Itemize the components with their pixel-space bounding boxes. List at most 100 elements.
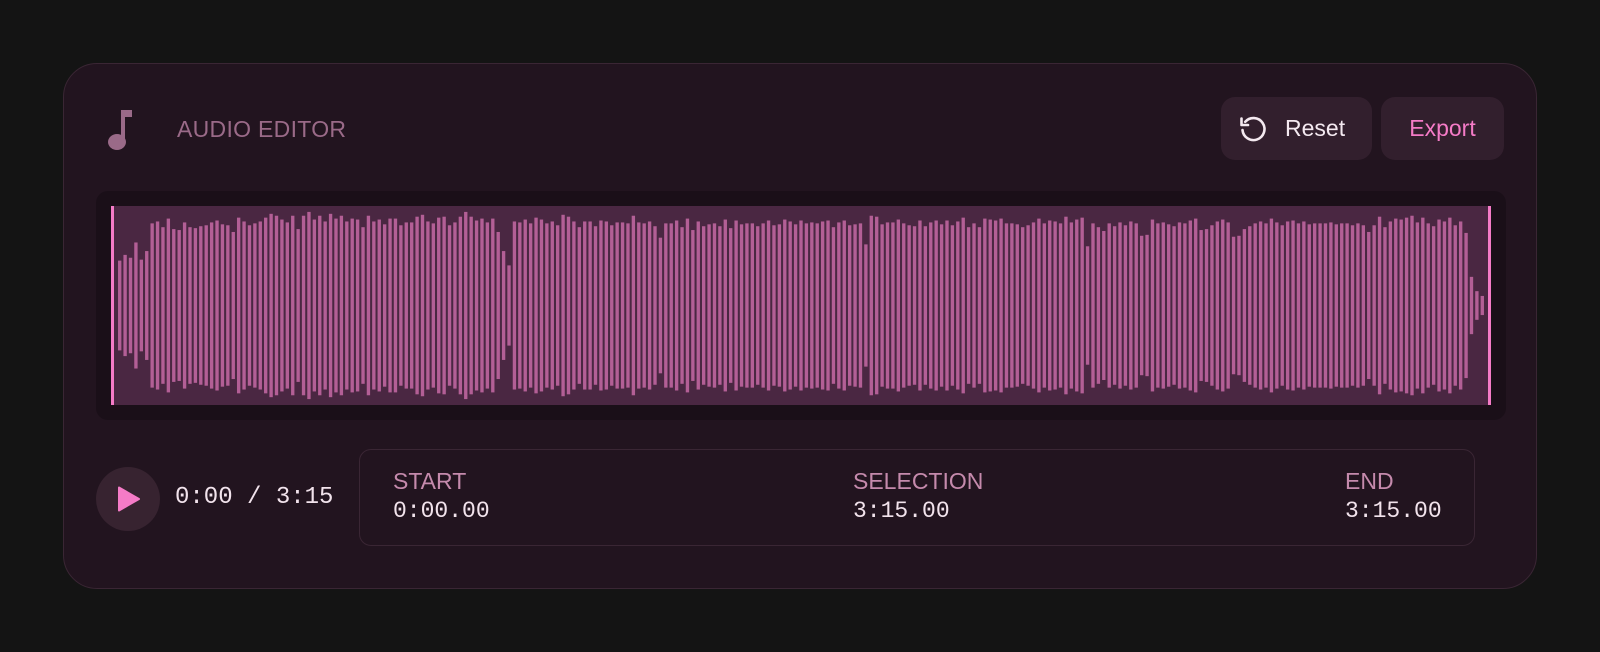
waveform-bar: [1480, 295, 1484, 316]
waveform-bar: [1064, 216, 1068, 395]
waveform-bar: [1150, 219, 1155, 392]
waveform-bar: [1421, 217, 1425, 394]
waveform-bar: [631, 215, 636, 396]
waveform-bar: [188, 227, 192, 384]
waveform-bar: [1048, 220, 1052, 391]
waveform-bar: [1069, 222, 1074, 389]
waveform-bar: [1145, 234, 1149, 377]
waveform-bar: [215, 220, 219, 391]
waveform-bar: [766, 220, 771, 391]
waveform-bar: [1329, 222, 1333, 389]
waveform-panel: [96, 191, 1506, 420]
waveform-bar: [593, 226, 598, 385]
waveform-bar: [918, 220, 922, 391]
waveform-bar: [1464, 232, 1468, 379]
end-label: END: [1345, 468, 1394, 494]
waveform-bar: [820, 221, 825, 390]
waveform-bar: [518, 222, 522, 389]
waveform-bar: [1107, 223, 1111, 388]
waveform-bar: [1010, 223, 1014, 388]
waveform-bar: [804, 223, 809, 388]
waveform-bar: [410, 222, 414, 389]
waveform-bar: [896, 219, 900, 392]
waveform-bar: [231, 231, 235, 380]
waveform-bar: [1210, 225, 1214, 386]
waveform-bar: [793, 224, 798, 387]
waveform-bar: [1037, 218, 1041, 393]
waveform-bar: [431, 223, 435, 388]
waveform-bar: [1280, 225, 1284, 386]
waveform-bar: [545, 223, 549, 388]
start-label: START: [393, 468, 467, 494]
waveform-bar: [1123, 225, 1128, 386]
waveform-bar: [485, 222, 490, 389]
waveform-bar: [388, 218, 392, 393]
waveform-bar: [236, 217, 241, 394]
waveform-bar: [961, 217, 965, 394]
waveform-bar: [1258, 221, 1263, 390]
waveform-bar: [166, 218, 171, 393]
start-value: 0:00.00: [393, 498, 490, 524]
waveform-bar: [1307, 224, 1311, 387]
waveform-bar: [1085, 246, 1090, 365]
waveform-bar: [847, 225, 852, 386]
selection-start-handle[interactable]: [111, 206, 114, 405]
waveform-bar: [528, 223, 533, 388]
waveform-bar: [1296, 223, 1301, 388]
waveform-bar: [680, 227, 684, 384]
waveform-bar: [399, 225, 403, 386]
waveform-bar: [837, 222, 841, 389]
waveform-bar: [269, 213, 273, 398]
export-button[interactable]: Export: [1381, 97, 1504, 160]
music-note-icon: [108, 110, 132, 150]
waveform-bar: [1269, 218, 1274, 393]
waveform-bar: [1004, 223, 1009, 388]
waveform-bar: [1399, 219, 1403, 392]
play-button[interactable]: [96, 467, 160, 531]
reset-label: Reset: [1285, 115, 1346, 141]
waveform-bar: [983, 218, 987, 393]
waveform-bar: [474, 220, 479, 391]
waveform-bar: [415, 216, 419, 395]
waveform-bar: [993, 220, 998, 391]
waveform-bar: [501, 251, 506, 360]
waveform-bar: [642, 223, 646, 388]
waveform-bar: [1458, 221, 1463, 390]
waveform-bar: [620, 222, 625, 389]
waveform-bar: [1383, 227, 1387, 384]
waveform-bar: [610, 225, 614, 386]
waveform-bar: [815, 223, 819, 388]
waveform-bar: [712, 223, 717, 388]
waveform-bar: [453, 222, 457, 389]
waveform-bar: [280, 219, 284, 392]
selection-end-handle[interactable]: [1488, 206, 1491, 405]
waveform-bar: [339, 215, 344, 396]
waveform-bar: [1431, 226, 1436, 385]
waveform-bar: [301, 215, 306, 396]
waveform-bar: [685, 218, 690, 393]
waveform-bar: [561, 214, 565, 397]
waveform-bar: [729, 228, 733, 383]
waveform-bar: [145, 251, 149, 360]
waveform-bar: [382, 224, 387, 387]
waveform-bar: [1091, 223, 1095, 388]
waveform-bar: [177, 230, 181, 381]
waveform-bar: [318, 215, 322, 396]
play-icon: [118, 486, 140, 512]
waveform-bar: [977, 227, 982, 384]
waveform-bar: [858, 223, 863, 388]
waveform[interactable]: [111, 206, 1491, 405]
waveform-bar: [155, 221, 160, 390]
export-label: Export: [1409, 115, 1476, 141]
waveform-bar: [1102, 231, 1106, 380]
waveform-bar: [161, 227, 165, 384]
waveform-bar: [826, 220, 830, 391]
waveform-bar: [345, 221, 349, 390]
waveform-selection-region[interactable]: [111, 206, 1491, 405]
reset-button[interactable]: Reset: [1221, 97, 1372, 160]
waveform-bar: [491, 218, 495, 393]
waveform-bar: [831, 227, 836, 384]
waveform-bar: [220, 224, 225, 387]
waveform-bar: [328, 213, 333, 398]
waveform-bar: [1026, 225, 1030, 386]
